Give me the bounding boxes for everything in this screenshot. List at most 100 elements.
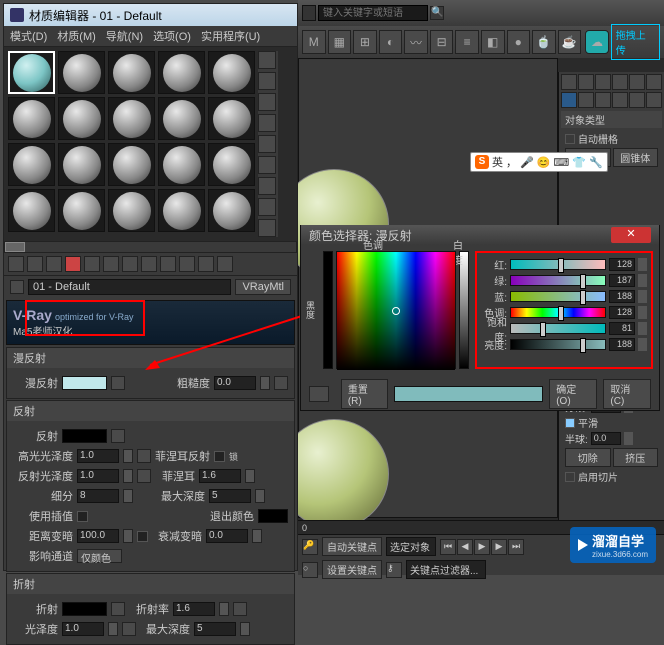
refrgloss-map-btn[interactable] (122, 622, 136, 636)
ime-overlay[interactable]: S 英 ， 🎤 😊 ⌨ 👕 🔧 (470, 152, 608, 172)
red-spin[interactable] (638, 258, 647, 271)
subdiv-spin-btns[interactable] (123, 489, 133, 503)
sample-slot[interactable] (8, 97, 55, 140)
menu-utilities[interactable]: 实用程序(U) (201, 28, 260, 44)
show-end-result-btn[interactable] (179, 256, 195, 272)
reflect-color-swatch[interactable] (62, 429, 107, 443)
subtab-geometry[interactable] (561, 92, 577, 108)
select-by-mat-btn[interactable] (258, 198, 276, 216)
sample-type-btn[interactable] (258, 51, 276, 69)
sample-slot-1[interactable] (8, 51, 55, 94)
show-in-viewport-btn[interactable] (160, 256, 176, 272)
refr-maxdepth-spin-btns[interactable] (240, 622, 250, 636)
tool-schematic[interactable]: ◧ (481, 30, 505, 54)
sample-slot[interactable] (108, 97, 155, 140)
subtab-cameras[interactable] (612, 92, 628, 108)
upload-button[interactable]: 拖拽上传 (611, 24, 660, 60)
refract-color-swatch[interactable] (62, 602, 107, 616)
black-slider[interactable] (323, 251, 333, 369)
tool-angle-snap[interactable]: ◐ (379, 30, 403, 54)
sample-count-btn[interactable] (258, 219, 276, 237)
btn-squash[interactable]: 挤压 (613, 448, 659, 467)
ok-button[interactable]: 确定(O) (549, 379, 597, 409)
slice-checkbox[interactable] (565, 472, 575, 482)
smooth-checkbox[interactable] (565, 418, 575, 428)
roughness-spinner[interactable]: 0.0 (214, 376, 256, 390)
set-key-icon[interactable]: 🔑 (302, 539, 318, 555)
val-spin[interactable] (638, 338, 647, 351)
key-filter-button[interactable]: 关键点过滤器... (406, 560, 486, 579)
hemi-spin-btns[interactable] (624, 432, 633, 445)
hilight-map-btn[interactable] (137, 449, 151, 463)
person-icon[interactable]: 👕 (572, 156, 586, 169)
object-type-header[interactable]: 对象类型 (561, 111, 662, 128)
subtab-helpers[interactable] (629, 92, 645, 108)
dimdist-spinner[interactable]: 100.0 (77, 529, 119, 543)
refract-header[interactable]: 折射 (7, 574, 294, 594)
maxdepth-spin-btns[interactable] (255, 489, 265, 503)
key-filter-icon[interactable]: ⚷ (386, 562, 402, 578)
emoji-icon[interactable]: 😊 (537, 156, 551, 169)
blue-value[interactable]: 188 (609, 290, 635, 303)
reflect-header[interactable]: 反射 (7, 401, 294, 421)
sample-slot[interactable] (208, 143, 255, 186)
tab-modify[interactable] (578, 74, 594, 90)
green-slider[interactable] (510, 275, 606, 286)
tool-render-setup[interactable]: 🍵 (532, 30, 556, 54)
hue-value[interactable]: 128 (609, 306, 635, 319)
sat-spin[interactable] (638, 322, 647, 335)
dimfalloff-spin-btns[interactable] (252, 529, 262, 543)
put-to-scene-btn[interactable] (27, 256, 43, 272)
tab-display[interactable] (629, 74, 645, 90)
maxdepth-spinner[interactable]: 5 (209, 489, 251, 503)
reflgloss-map-btn[interactable] (137, 469, 151, 483)
diffuse-color-swatch[interactable] (62, 376, 107, 390)
ior-spin-btns[interactable] (219, 602, 229, 616)
video-check-btn[interactable] (258, 135, 276, 153)
sample-scrollbar[interactable] (4, 241, 297, 253)
whiteness-slider[interactable] (459, 251, 469, 369)
next-frame-btn[interactable]: ▶ (491, 539, 507, 555)
tool-layers[interactable]: ≡ (455, 30, 479, 54)
useinterp-checkbox[interactable] (77, 511, 88, 522)
get-material-btn[interactable] (8, 256, 24, 272)
color-picker-titlebar[interactable]: 颜色选择器: 漫反射 ✕ (301, 225, 659, 245)
blue-slider[interactable] (510, 291, 606, 302)
sample-slot[interactable] (208, 97, 255, 140)
tool-array[interactable]: ▦ (328, 30, 352, 54)
sample-slot[interactable] (208, 189, 255, 232)
reflgloss-spin-btns[interactable] (123, 469, 133, 483)
sat-slider[interactable] (510, 323, 606, 334)
tab-create[interactable] (561, 74, 577, 90)
sample-slot[interactable] (58, 189, 105, 232)
reflgloss-spinner[interactable]: 1.0 (77, 469, 119, 483)
goto-start-btn[interactable]: ⏮ (440, 539, 456, 555)
menu-navigation[interactable]: 导航(N) (106, 28, 143, 44)
sample-slot[interactable] (58, 51, 105, 94)
sample-slot[interactable] (108, 51, 155, 94)
key-mode-icon[interactable]: ○ (302, 562, 318, 578)
affectch-dropdown[interactable]: 仅颜色 (77, 549, 122, 563)
search-icon[interactable]: 🔍 (430, 6, 444, 20)
sample-slot[interactable] (58, 97, 105, 140)
sample-slot[interactable] (58, 143, 105, 186)
dimfalloff-spinner[interactable]: 0.0 (206, 529, 248, 543)
green-spin[interactable] (638, 274, 647, 287)
btn-chop[interactable]: 切除 (565, 448, 611, 467)
tool-icon[interactable]: 🔧 (589, 156, 603, 169)
tool-render-frame[interactable]: ☕ (558, 30, 582, 54)
eyedropper-button[interactable] (309, 386, 329, 402)
sample-slot[interactable] (158, 143, 205, 186)
ior-spinner[interactable]: 1.6 (173, 602, 215, 616)
material-name-input[interactable] (28, 279, 231, 295)
tab-hierarchy[interactable] (595, 74, 611, 90)
make-unique-btn[interactable] (103, 256, 119, 272)
btn-cone[interactable]: 圆锥体 (613, 148, 659, 167)
val-value[interactable]: 188 (609, 338, 635, 351)
hue-sat-picker[interactable] (336, 251, 456, 369)
exitcolor-swatch[interactable] (258, 509, 288, 523)
red-value[interactable]: 128 (609, 258, 635, 271)
selected-object-dropdown[interactable]: 选定对象 (386, 537, 436, 556)
green-value[interactable]: 187 (609, 274, 635, 287)
material-id-btn[interactable] (141, 256, 157, 272)
